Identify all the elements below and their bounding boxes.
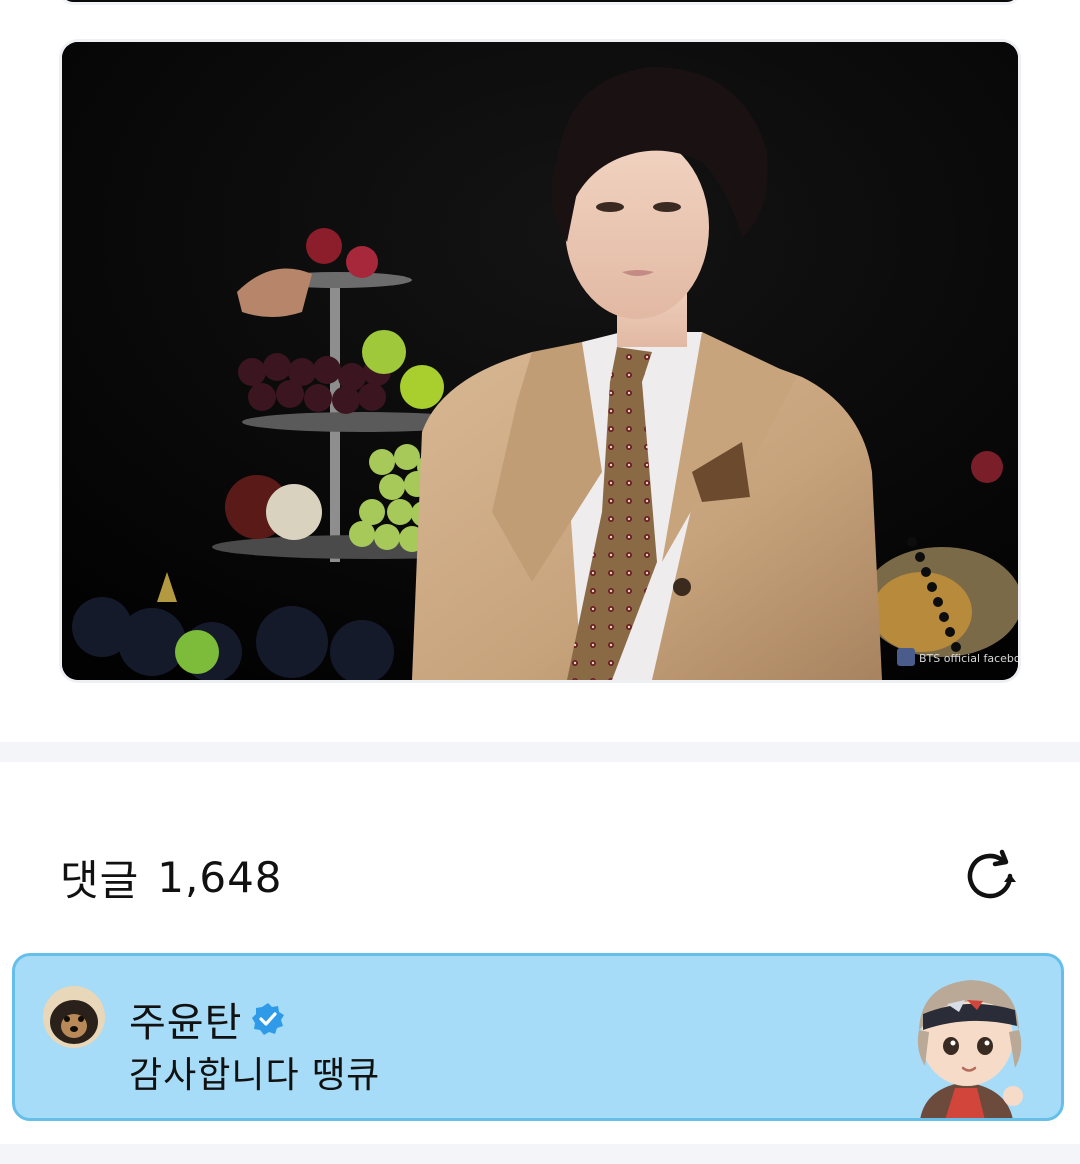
refresh-icon — [967, 849, 1016, 899]
dog-avatar-icon — [43, 986, 105, 1048]
comments-title: 댓글 — [60, 855, 140, 905]
verified-badge-icon — [252, 1003, 285, 1035]
section-divider — [0, 742, 1080, 762]
highlighted-comment[interactable]: 주윤탄 감사합니다 땡큐 — [12, 953, 1064, 1121]
svg-text:BTS official facebook: BTS official facebook — [919, 652, 1018, 665]
bottom-divider — [0, 1144, 1080, 1164]
post-photo[interactable]: BTS official facebook — [62, 42, 1018, 680]
character-sticker-icon — [917, 980, 1023, 1118]
refresh-comments-button[interactable] — [955, 844, 1025, 908]
photo-illustration: BTS official facebook — [62, 42, 1018, 680]
previous-image-card[interactable] — [62, 0, 1018, 2]
avatar[interactable] — [43, 986, 105, 1048]
post-detail-screen: BTS official facebook 댓글 1,648 — [0, 0, 1080, 1164]
comment-author-row: 주윤탄 — [129, 990, 286, 1048]
comment-author[interactable]: 주윤탄 — [129, 990, 242, 1048]
comment-text: 감사합니다 땡큐 — [129, 1055, 381, 1096]
comments-count: 1,648 — [157, 852, 283, 902]
comments-header: 댓글 1,648 — [60, 845, 283, 909]
